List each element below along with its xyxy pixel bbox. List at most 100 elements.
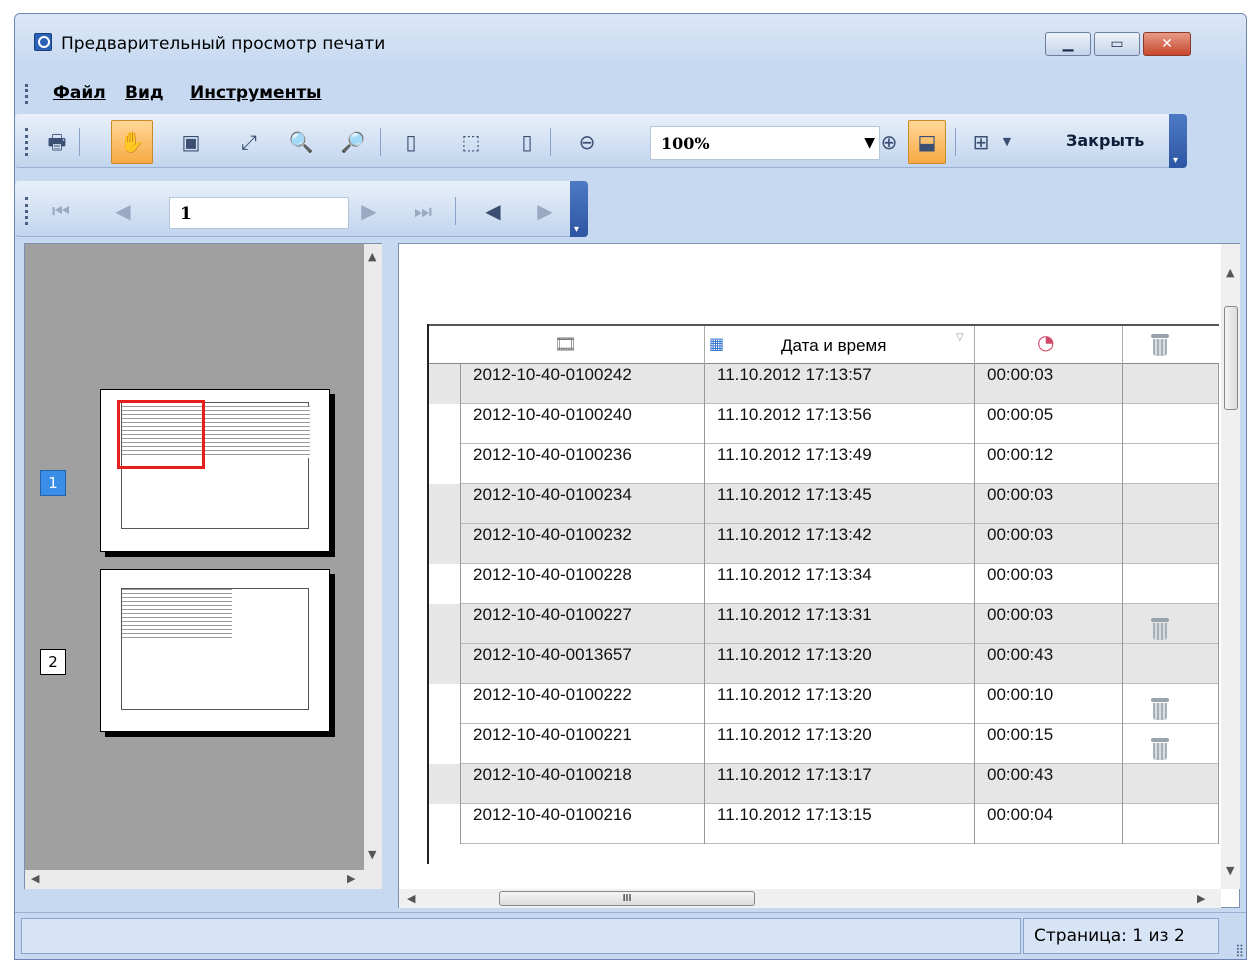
thumbnail-pane[interactable]: 1 2 ▲ ▼ ◀ ▶: [24, 243, 382, 889]
zoom-fit-icon[interactable]: ⤢: [233, 126, 265, 158]
page-setup-icon[interactable]: ▯: [511, 126, 543, 158]
record-id-cell: 2012-10-40-0100222: [461, 684, 705, 724]
next-page-icon[interactable]: ▶: [353, 195, 385, 227]
duration-cell: 00:00:03: [975, 364, 1123, 404]
preview-pane[interactable]: 🎞 ▦ Дата и время ▽ ◔ 2012-10-40-0100242 1…: [398, 243, 1240, 908]
table-row[interactable]: 2012-10-40-0100222 11.10.2012 17:13:20 00:…: [429, 684, 1219, 724]
page-status: Страница: 1 из 2: [1023, 918, 1219, 954]
trash-icon: [1151, 738, 1169, 760]
table-row[interactable]: 2012-10-40-0100236 11.10.2012 17:13:49 00:…: [429, 444, 1219, 484]
horizontal-scroll-thumb[interactable]: III: [499, 891, 755, 906]
first-page-icon[interactable]: ⏮: [45, 195, 77, 227]
row-gutter: [429, 724, 461, 764]
deleted-cell: [1123, 564, 1219, 604]
table-row[interactable]: 2012-10-40-0100234 11.10.2012 17:13:45 00:…: [429, 484, 1219, 524]
page-number-badge[interactable]: 1: [40, 470, 66, 496]
page-margins-icon[interactable]: ⬚: [455, 126, 487, 158]
scroll-down-icon[interactable]: ▼: [1226, 864, 1234, 877]
duration-cell: 00:00:10: [975, 684, 1123, 724]
table-row[interactable]: 2012-10-40-0100228 11.10.2012 17:13:34 00:…: [429, 564, 1219, 604]
column-header-deleted: [1123, 326, 1219, 366]
datetime-cell: 11.10.2012 17:13:34: [705, 564, 975, 604]
scroll-up-icon[interactable]: ▲: [1226, 266, 1234, 279]
table-row[interactable]: 2012-10-40-0100227 11.10.2012 17:13:31 00:…: [429, 604, 1219, 644]
preview-vertical-scrollbar[interactable]: ▲ ▼: [1221, 244, 1240, 889]
single-page-icon[interactable]: ▯: [395, 126, 427, 158]
maximize-button[interactable]: ▭: [1094, 32, 1140, 56]
datetime-cell: 11.10.2012 17:13:31: [705, 604, 975, 644]
preview-horizontal-scrollbar[interactable]: ◀ III ▶: [399, 889, 1221, 908]
toolbar-grip[interactable]: [25, 128, 28, 156]
deleted-cell: [1123, 364, 1219, 404]
table-row[interactable]: 2012-10-40-0013657 11.10.2012 17:13:20 00:…: [429, 644, 1219, 684]
datetime-cell: 11.10.2012 17:13:15: [705, 804, 975, 844]
separator: [455, 197, 456, 225]
page-number-value: 1: [180, 204, 192, 224]
scroll-left-icon[interactable]: ◀: [31, 872, 39, 885]
table-row[interactable]: 2012-10-40-0100242 11.10.2012 17:13:57 00:…: [429, 364, 1219, 404]
scroll-right-icon[interactable]: ▶: [1197, 892, 1205, 905]
table-row[interactable]: 2012-10-40-0100240 11.10.2012 17:13:56 00:…: [429, 404, 1219, 444]
column-header-duration: ◔: [975, 326, 1123, 366]
duration-cell: 00:00:12: [975, 444, 1123, 484]
last-page-icon[interactable]: ⏭: [407, 195, 439, 227]
viewport-indicator[interactable]: [117, 400, 205, 469]
separator: [550, 128, 551, 156]
zoom-minus-icon[interactable]: ⊖: [571, 126, 603, 158]
scroll-left-icon[interactable]: ◀: [407, 892, 415, 905]
scroll-up-icon[interactable]: ▲: [368, 250, 376, 263]
toolbar-overflow-button[interactable]: [570, 181, 588, 237]
thumbnail-horizontal-scrollbar[interactable]: ◀ ▶: [25, 870, 382, 889]
menu-tools[interactable]: Инструменты: [190, 83, 322, 103]
snapshot-icon[interactable]: ▣: [175, 126, 207, 158]
sort-down-icon[interactable]: ▽: [956, 332, 964, 343]
menu-view[interactable]: Вид: [125, 83, 164, 103]
scroll-down-icon[interactable]: ▼: [368, 848, 376, 861]
row-gutter: [429, 764, 461, 804]
back-icon[interactable]: ◀: [477, 195, 509, 227]
page-thumbnail-1[interactable]: [100, 389, 330, 552]
record-id-cell: 2012-10-40-0100218: [461, 764, 705, 804]
duration-cell: 00:00:05: [975, 404, 1123, 444]
print-icon[interactable]: 🖶: [41, 126, 73, 158]
close-preview-button[interactable]: Закрыть: [1066, 131, 1144, 150]
previous-page-icon[interactable]: ◀: [107, 195, 139, 227]
thumbnail-vertical-scrollbar[interactable]: ▲ ▼: [364, 244, 382, 870]
menu-file[interactable]: Файл: [53, 83, 106, 103]
report-page: 🎞 ▦ Дата и время ▽ ◔ 2012-10-40-0100242 1…: [427, 324, 1219, 864]
menu-grip[interactable]: [25, 84, 28, 104]
vertical-scroll-thumb[interactable]: [1224, 306, 1238, 410]
close-window-button[interactable]: ✕: [1143, 32, 1191, 56]
pane-splitter[interactable]: [382, 243, 398, 889]
datetime-cell: 11.10.2012 17:13:42: [705, 524, 975, 564]
table-row[interactable]: 2012-10-40-0100221 11.10.2012 17:13:20 00:…: [429, 724, 1219, 764]
main-toolbar: 🖶 ✋ ▣ ⤢ 🔍 🔎 ▯ ⬚ ▯ ⊖ 100% ▼ ⊕ ⬓ ⊞ ▼ Закры…: [15, 114, 1187, 168]
film-icon: 🎞: [554, 334, 577, 355]
zoom-plus-icon[interactable]: ⊕: [873, 126, 905, 158]
zoom-in-icon[interactable]: 🔎: [337, 126, 369, 158]
page-thumbnail-2[interactable]: [100, 569, 330, 732]
record-id-cell: 2012-10-40-0100240: [461, 404, 705, 444]
resize-grip-icon[interactable]: ⣿: [1235, 943, 1244, 957]
toolbar-grip[interactable]: [25, 197, 28, 225]
forward-icon[interactable]: ▶: [529, 195, 561, 227]
trash-icon: [1151, 334, 1169, 356]
table-row[interactable]: 2012-10-40-0100218 11.10.2012 17:13:17 00:…: [429, 764, 1219, 804]
fit-width-icon[interactable]: ⬓: [908, 120, 946, 164]
table-row[interactable]: 2012-10-40-0100232 11.10.2012 17:13:42 00:…: [429, 524, 1219, 564]
separator: [955, 128, 956, 156]
table-row[interactable]: 2012-10-40-0100216 11.10.2012 17:13:15 00:…: [429, 804, 1219, 844]
zoom-combobox[interactable]: 100% ▼: [650, 126, 880, 160]
hand-icon[interactable]: ✋: [111, 120, 153, 164]
zoom-out-icon[interactable]: 🔍: [285, 126, 317, 158]
toolbar-overflow-button[interactable]: [1169, 114, 1187, 168]
minimize-button[interactable]: ▁: [1045, 32, 1091, 56]
chevron-down-icon[interactable]: ▼: [991, 126, 1023, 158]
page-number-input[interactable]: 1: [169, 197, 349, 229]
scroll-right-icon[interactable]: ▶: [347, 872, 355, 885]
window-title: Предварительный просмотр печати: [61, 34, 386, 54]
record-id-cell: 2012-10-40-0100232: [461, 524, 705, 564]
title-bar[interactable]: Предварительный просмотр печати ▁ ▭ ✕: [15, 14, 1246, 70]
trash-icon: [1151, 618, 1169, 640]
page-number-badge[interactable]: 2: [40, 649, 66, 675]
